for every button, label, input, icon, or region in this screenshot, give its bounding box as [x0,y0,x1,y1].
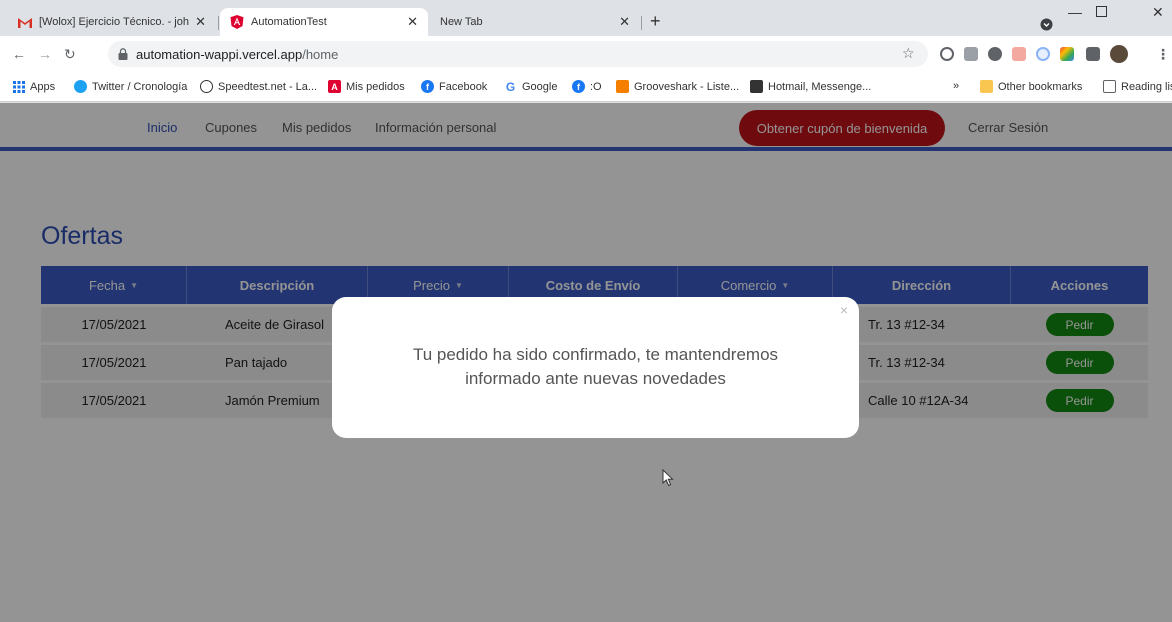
close-icon[interactable]: ✕ [619,14,630,30]
modal-message: Tu pedido ha sido confirmado, te mantend… [412,345,779,388]
window-close-icon[interactable]: ✕ [1152,4,1164,21]
browser-tabstrip: [Wolox] Ejercicio Técnico. - johnd ✕ Aut… [0,0,1172,36]
bookmark-mis-pedidos[interactable]: A Mis pedidos [328,80,405,93]
bookmark-twitter[interactable]: Twitter / Cronología [74,80,187,93]
facebook-icon: f [421,80,434,93]
address-url: automation-wappi.vercel.app/home [136,46,339,62]
bookmark-grooveshark[interactable]: Grooveshark - Liste... [616,80,739,93]
reading-list-icon [1103,80,1116,93]
bookmark-star-icon[interactable]: ☆ [902,45,915,62]
tab-gmail[interactable]: [Wolox] Ejercicio Técnico. - johnd ✕ [8,8,216,36]
other-bookmarks-folder[interactable]: Other bookmarks [980,80,1082,93]
extension-color-icon[interactable] [1036,47,1050,61]
bookmark-google[interactable]: G Google [504,79,558,94]
facebook-icon: f [572,80,585,93]
tab-new-tab[interactable]: New Tab ✕ [430,8,640,36]
forward-arrow-icon[interactable]: → [38,46,52,62]
tab-separator [218,16,219,30]
extensions-puzzle-icon[interactable] [1086,47,1100,61]
minimize-icon[interactable]: — [1068,4,1082,20]
gmail-icon [18,15,32,29]
grooveshark-icon [616,80,629,93]
profile-menu-icon[interactable] [1040,18,1053,31]
address-bar[interactable]: automation-wappi.vercel.app/home [108,41,928,67]
close-icon[interactable]: ✕ [195,14,206,30]
extension-pinterest-icon[interactable] [1012,47,1026,61]
bookmark-facebook[interactable]: f Facebook [421,80,487,93]
new-tab-plus-icon[interactable]: + [650,12,661,30]
modal-close-icon[interactable]: × [840,302,848,318]
browser-toolbar: ← → ↻ automation-wappi.vercel.app/home ☆… [0,36,1172,72]
extension-dot-icon[interactable] [988,47,1002,61]
bookmark-speedtest[interactable]: Speedtest.net - La... [200,80,317,93]
bookmark-facebook-2[interactable]: f :O [572,80,602,93]
back-arrow-icon[interactable]: ← [12,46,26,62]
avatar[interactable] [1110,45,1128,63]
extension-circle-icon[interactable] [940,47,954,61]
folder-icon [980,80,993,93]
close-icon[interactable]: ✕ [407,14,418,30]
page-viewport: Inicio Cupones Mis pedidos Información p… [0,103,1172,622]
msn-icon [750,80,763,93]
twitter-icon [74,80,87,93]
bookmarks-overflow-chevron[interactable]: » [953,80,959,92]
angular-icon: A [328,80,341,93]
extension-palette-icon[interactable] [1060,47,1074,61]
order-confirmation-modal: × Tu pedido ha sido confirmado, te mante… [332,297,859,438]
speedtest-icon [200,80,213,93]
mouse-cursor-icon [662,469,674,487]
apps-grid-icon [12,80,25,93]
bookmarks-bar: Apps Twitter / Cronología Speedtest.net … [0,72,1172,102]
tab-separator [641,16,642,30]
lock-icon [118,48,128,60]
google-icon: G [505,79,516,94]
tab-automationtest[interactable]: AutomationTest ✕ [220,8,428,36]
angular-icon [230,15,244,29]
extension-camera-icon[interactable] [964,47,978,61]
bookmark-apps[interactable]: Apps [12,80,55,93]
reading-list[interactable]: Reading lis [1103,80,1172,93]
bookmark-hotmail[interactable]: Hotmail, Messenge... [750,80,871,93]
reload-icon[interactable]: ↻ [64,46,76,62]
maximize-icon[interactable] [1096,6,1107,17]
chrome-menu-icon[interactable]: ⋮ [1156,46,1170,62]
